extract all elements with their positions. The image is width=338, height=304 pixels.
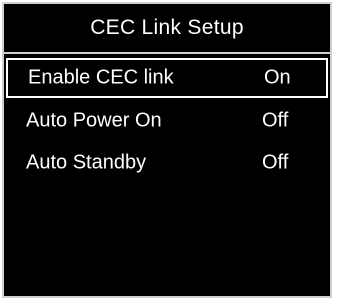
menu-item-label: Enable CEC link	[28, 66, 174, 89]
menu-item-label: Auto Standby	[26, 151, 147, 174]
menu-list: Enable CEC link On Auto Power On Off Aut…	[4, 58, 330, 184]
menu-item-label: Auto Power On	[26, 109, 162, 132]
menu-item-auto-power-on[interactable]: Auto Power On Off	[6, 100, 328, 142]
menu-item-value: On	[264, 66, 291, 89]
menu-title: CEC Link Setup	[4, 4, 330, 54]
menu-item-value: Off	[262, 151, 289, 174]
osd-menu-frame: CEC Link Setup Enable CEC link On Auto P…	[2, 2, 332, 298]
menu-item-value: Off	[262, 109, 289, 132]
menu-item-enable-cec-link[interactable]: Enable CEC link On	[6, 58, 328, 98]
menu-item-auto-standby[interactable]: Auto Standby Off	[6, 142, 328, 184]
